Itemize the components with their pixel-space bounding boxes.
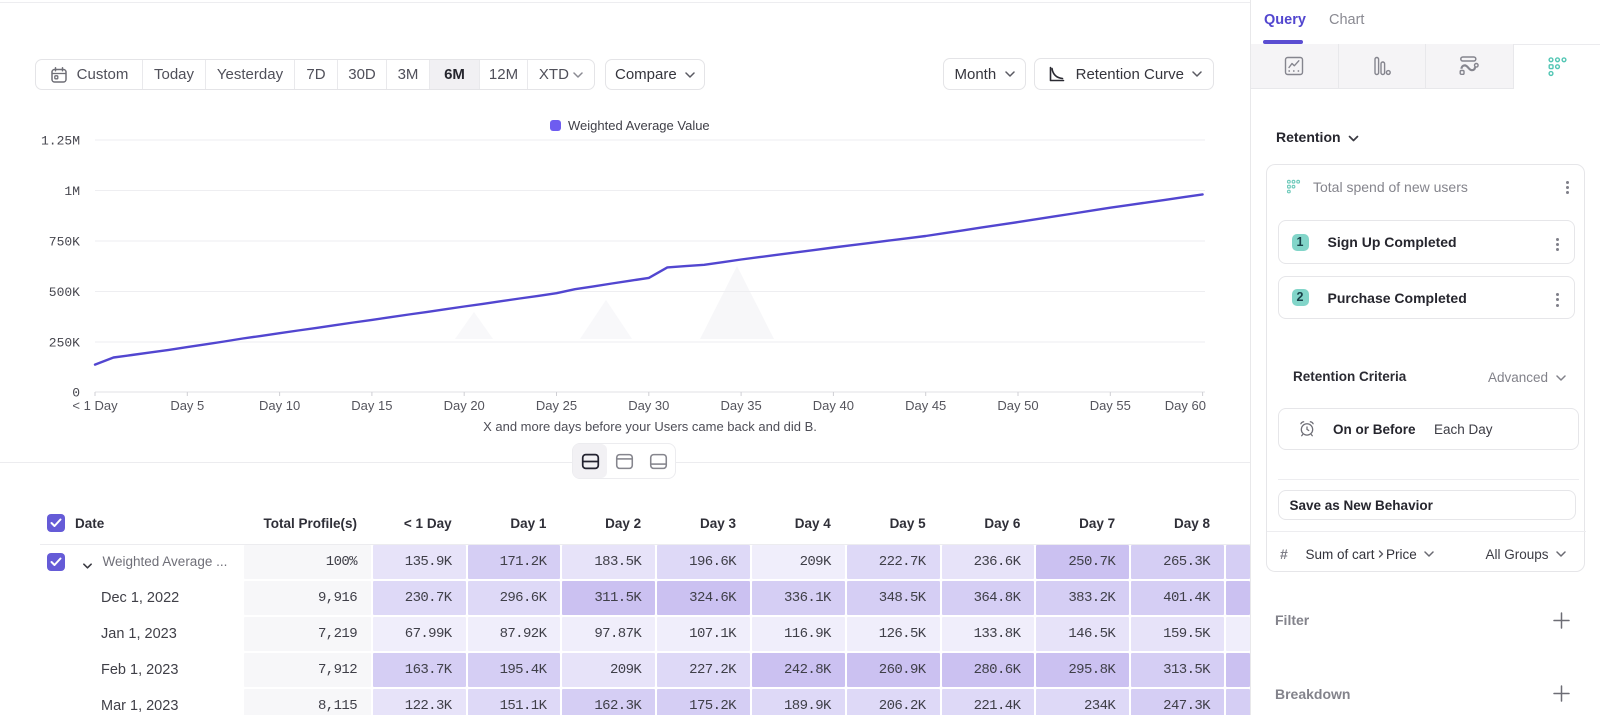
svg-text:Day 20: Day 20 [444,398,485,413]
svg-text:500K: 500K [49,285,80,300]
svg-text:Day 45: Day 45 [905,398,946,413]
svg-text:Day 40: Day 40 [813,398,854,413]
svg-text:Day 15: Day 15 [351,398,392,413]
svg-text:Day 5: Day 5 [170,398,204,413]
svg-text:Day 60: Day 60 [1165,398,1206,413]
svg-text:250K: 250K [49,336,80,351]
svg-text:Day 55: Day 55 [1090,398,1131,413]
svg-text:Day 30: Day 30 [628,398,669,413]
svg-text:Day 35: Day 35 [720,398,761,413]
svg-text:< 1 Day: < 1 Day [72,398,118,413]
svg-text:1.25M: 1.25M [41,134,80,149]
svg-text:750K: 750K [49,235,80,250]
svg-text:Day 25: Day 25 [536,398,577,413]
svg-text:1M: 1M [64,184,80,199]
svg-text:Day 50: Day 50 [997,398,1038,413]
svg-text:Day 10: Day 10 [259,398,300,413]
